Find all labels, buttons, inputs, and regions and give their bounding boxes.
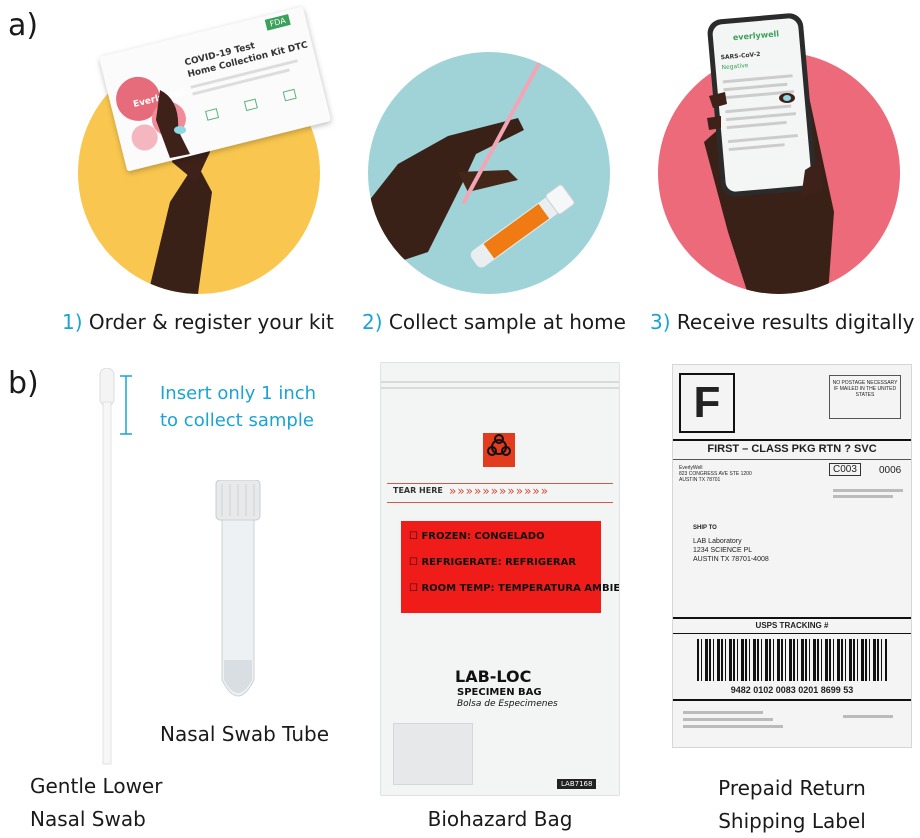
swab-caption: Gentle Lower Nasal Swab bbox=[30, 770, 190, 836]
postage-box: NO POSTAGE NECESSARY IF MAILED IN THE UN… bbox=[829, 375, 901, 419]
biohazard-icon bbox=[483, 433, 515, 467]
step-1: 1) Order & register your kit bbox=[62, 310, 334, 334]
step-2-number: 2) bbox=[362, 310, 383, 334]
step-3-number: 3) bbox=[650, 310, 671, 334]
one-inch-bracket bbox=[120, 375, 132, 435]
panel-a-label: a) bbox=[8, 8, 39, 43]
swab-caption-line-1: Gentle Lower bbox=[30, 774, 163, 798]
bag-caption: Biohazard Bag bbox=[427, 807, 573, 831]
bag-brand: LAB-LOC bbox=[455, 667, 532, 686]
swab-hint-line-2: to collect sample bbox=[160, 410, 314, 431]
route-code: C003 bbox=[829, 463, 861, 476]
collect-sample-illustration bbox=[368, 52, 610, 294]
panel-b-label: b) bbox=[8, 366, 39, 401]
kit-icon bbox=[282, 88, 297, 102]
step-3-text: Receive results digitally bbox=[676, 310, 915, 334]
kit-icon bbox=[243, 98, 258, 112]
swab-hint: Insert only 1 inch to collect sample bbox=[160, 380, 316, 434]
option-room-temp: ☐ ROOM TEMP: TEMPERATURA AMBIENTE bbox=[409, 583, 620, 594]
step-1-text: Order & register your kit bbox=[88, 310, 334, 334]
barcode bbox=[697, 639, 887, 681]
shipping-label: F NO POSTAGE NECESSARY IF MAILED IN THE … bbox=[672, 364, 912, 748]
phone-test-status: Negative bbox=[721, 62, 749, 72]
tube-label: Nasal Swab Tube bbox=[160, 722, 330, 746]
option-frozen: ☐ FROZEN: CONGELADO bbox=[409, 531, 545, 542]
class-letter: F bbox=[679, 373, 735, 433]
fda-badge: FDA bbox=[264, 14, 291, 31]
label-caption-line-1: Prepaid Return bbox=[718, 776, 866, 800]
tear-arrows: »»»»»»»»»»»» bbox=[449, 484, 550, 498]
tracking-number: 9482 0102 0083 0201 8699 53 bbox=[730, 685, 854, 695]
swab-hint-line-1: Insert only 1 inch bbox=[160, 383, 317, 404]
sender-address: EverlyWell 823 CONGRESS AVE STE 1200 AUS… bbox=[679, 465, 752, 483]
bag-code: LAB7168 bbox=[557, 779, 597, 789]
swab-caption-line-2: Nasal Swab bbox=[30, 807, 146, 831]
absorbent-pad bbox=[393, 723, 473, 785]
label-caption: Prepaid Return Shipping Label bbox=[680, 772, 904, 838]
hand-fingers bbox=[156, 90, 190, 158]
bag-sub-1: SPECIMEN BAG bbox=[457, 687, 542, 698]
tracking-title: USPS TRACKING # bbox=[755, 621, 829, 630]
route-code-2: 0006 bbox=[879, 465, 902, 476]
phone-app-name: everlywell bbox=[732, 29, 780, 43]
service-type: FIRST – CLASS PKG RTN ? SVC bbox=[707, 443, 877, 455]
tear-here-label: TEAR HERE bbox=[393, 486, 443, 495]
step-1-number: 1) bbox=[62, 310, 83, 334]
phone-test-name: SARS-CoV-2 bbox=[720, 50, 761, 62]
storage-options-box: ☐ FROZEN: CONGELADO ☐ REFRIGERATE: REFRI… bbox=[401, 521, 619, 613]
step-2: 2) Collect sample at home bbox=[362, 310, 626, 334]
nasal-swab-tube bbox=[215, 480, 261, 697]
hand-holding-phone bbox=[707, 92, 823, 198]
label-caption-line-2: Shipping Label bbox=[718, 809, 866, 833]
step-3: 3) Receive results digitally bbox=[650, 310, 914, 334]
option-refrigerate: ☐ REFRIGERATE: REFRIGERAR bbox=[409, 557, 577, 568]
recipient-address: LAB Laboratory 1234 SCIENCE PL AUSTIN TX… bbox=[693, 538, 769, 563]
biohazard-bag: TEAR HERE »»»»»»»»»»»» ☐ FROZEN: CONGELA… bbox=[380, 362, 620, 796]
ship-to-label: SHIP TO bbox=[693, 525, 717, 531]
bag-sub-2: Bolsa de Especimenes bbox=[457, 699, 558, 709]
step-2-text: Collect sample at home bbox=[388, 310, 626, 334]
tear-strip: TEAR HERE »»»»»»»»»»»» bbox=[387, 483, 613, 503]
